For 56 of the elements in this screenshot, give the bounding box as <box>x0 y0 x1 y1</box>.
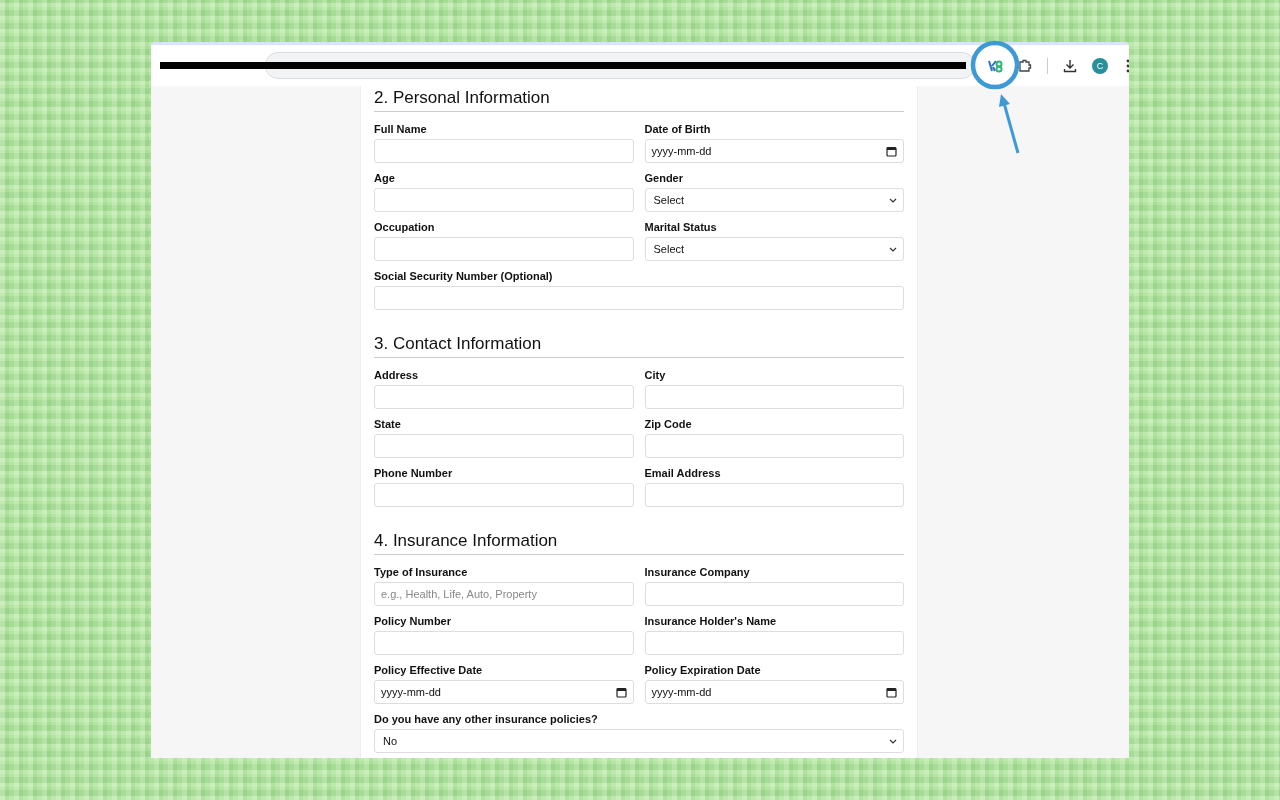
calendar-icon[interactable] <box>886 145 897 157</box>
field-label: Marital Status <box>644 220 717 234</box>
chevron-down-icon <box>889 738 897 744</box>
date-field[interactable]: yyyy-mm-dd <box>374 680 634 704</box>
select-field[interactable]: No <box>374 729 904 753</box>
field-label: State <box>374 417 401 431</box>
section-heading: 3. Contact Information <box>374 334 904 358</box>
text-field[interactable] <box>374 631 634 655</box>
field-label: Age <box>374 171 395 185</box>
profile-avatar[interactable]: C <box>1092 57 1108 74</box>
text-field[interactable] <box>374 188 634 212</box>
chevron-down-icon <box>889 197 897 203</box>
select-field[interactable]: Select <box>644 188 904 212</box>
field-label: Full Name <box>374 122 427 136</box>
text-field[interactable] <box>374 139 634 163</box>
menu-icon[interactable] <box>1126 58 1129 73</box>
date-field[interactable]: yyyy-mm-dd <box>644 680 904 704</box>
text-field[interactable] <box>374 385 634 409</box>
field-label: Insurance Holder's Name <box>644 614 777 628</box>
field-label: Insurance Company <box>644 565 750 579</box>
field-label: Date of Birth <box>644 122 711 136</box>
date-field[interactable]: yyyy-mm-dd <box>644 139 904 163</box>
download-icon[interactable] <box>1063 58 1077 73</box>
highlight-circle <box>970 40 1020 90</box>
field-label: Do you have any other insurance policies? <box>374 712 598 726</box>
field-label: City <box>644 368 666 382</box>
pointer-arrow <box>996 93 1022 155</box>
field-label: Policy Effective Date <box>374 663 483 677</box>
calendar-icon[interactable] <box>615 686 627 698</box>
section-heading: 2. Personal Information <box>374 88 904 112</box>
calendar-icon[interactable] <box>886 686 897 698</box>
text-field[interactable] <box>374 237 634 261</box>
field-label: Policy Expiration Date <box>644 663 761 677</box>
field-label: Email Address <box>644 466 721 480</box>
text-field[interactable] <box>644 434 904 458</box>
section-heading: 4. Insurance Information <box>374 531 904 555</box>
field-label: Phone Number <box>374 466 453 480</box>
text-field[interactable] <box>644 582 904 606</box>
text-field[interactable] <box>374 483 634 507</box>
field-label: Zip Code <box>644 417 692 431</box>
field-label: Policy Number <box>374 614 452 628</box>
text-field[interactable] <box>644 483 904 507</box>
text-field[interactable] <box>644 385 904 409</box>
field-label: Address <box>374 368 419 382</box>
puzzle-icon[interactable] <box>1018 58 1032 73</box>
text-field[interactable] <box>374 434 634 458</box>
field-label: Occupation <box>374 220 435 234</box>
text-field[interactable] <box>374 286 904 310</box>
extension-icon[interactable] <box>987 58 1003 73</box>
field-label: Social Security Number (Optional) <box>374 269 553 283</box>
text-field[interactable] <box>644 631 904 655</box>
field-label: Type of Insurance <box>374 565 468 579</box>
text-field[interactable]: e.g., Health, Life, Auto, Property <box>374 582 634 606</box>
field-label: Gender <box>644 171 683 185</box>
chevron-down-icon <box>889 246 897 252</box>
select-field[interactable]: Select <box>644 237 904 261</box>
